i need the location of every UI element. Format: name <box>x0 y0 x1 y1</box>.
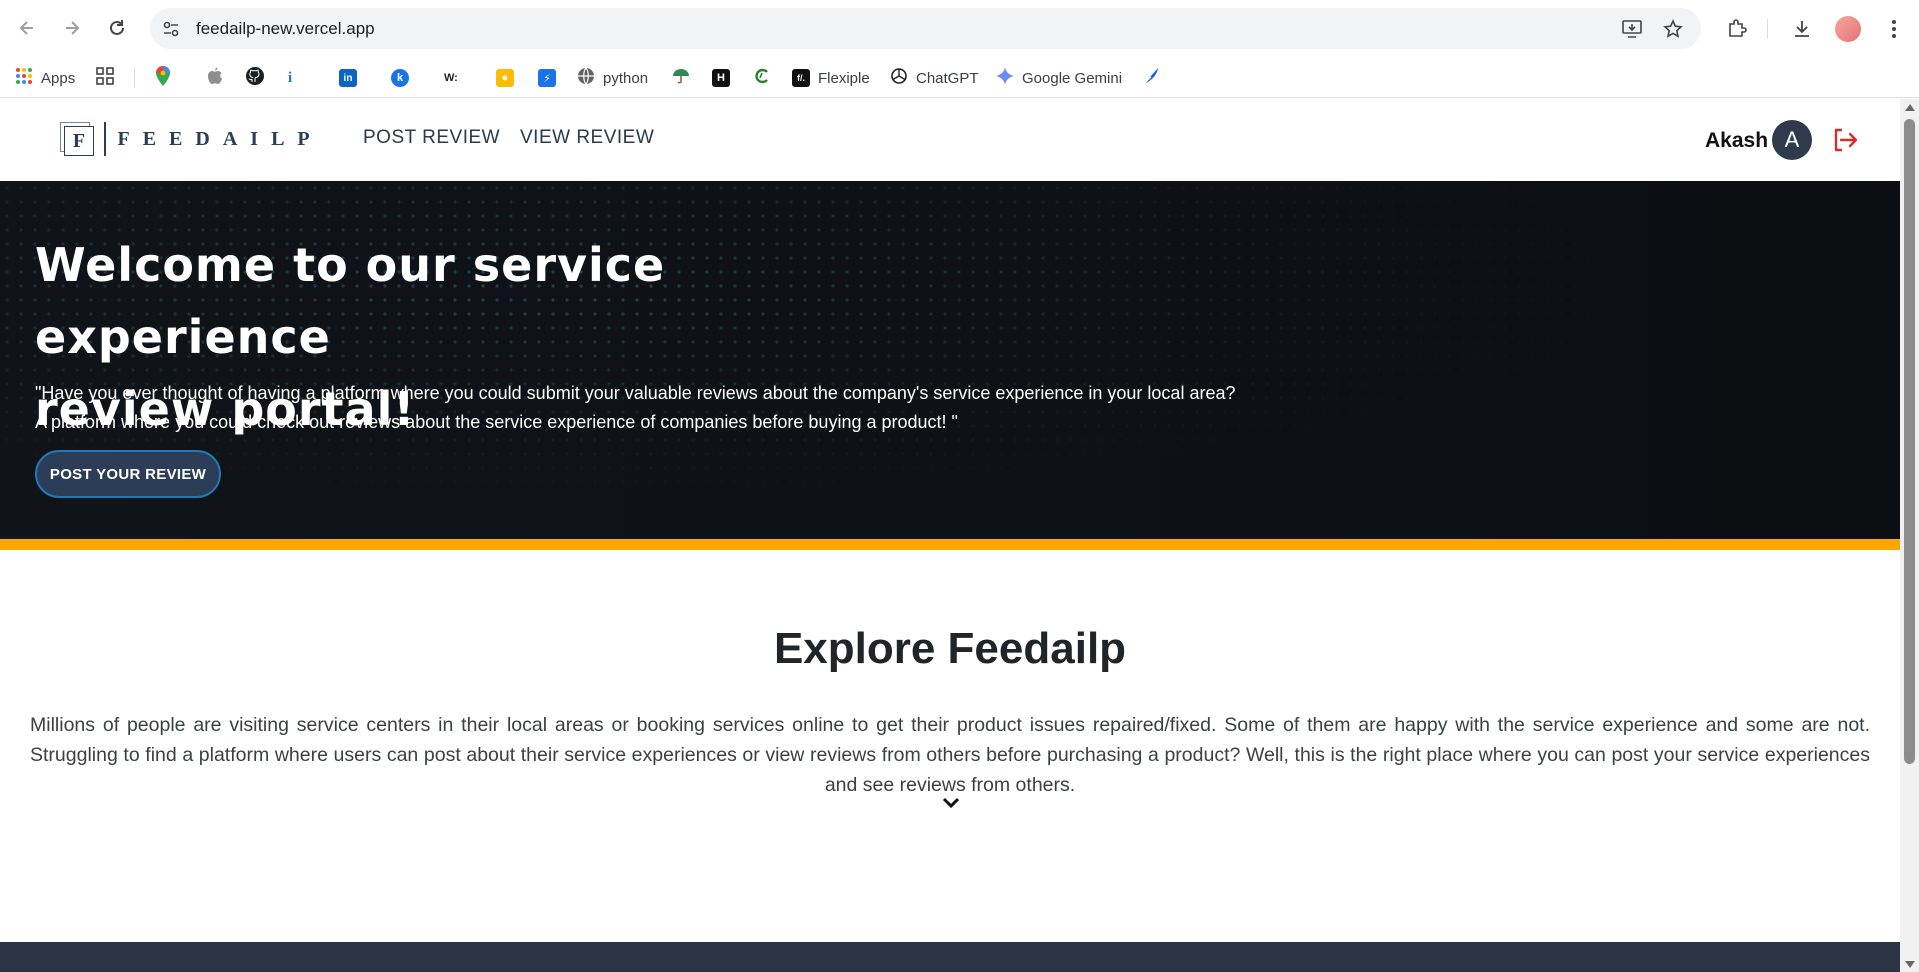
bookmark-linkedin[interactable]: in <box>339 66 357 90</box>
apple-icon <box>207 67 223 89</box>
hero-quote-line2: A platform where you could check out rev… <box>35 412 958 432</box>
bookmark-divider <box>134 67 135 87</box>
nav-view-review[interactable]: VIEW REVIEW <box>520 127 654 149</box>
k-circle-icon: k <box>391 69 409 87</box>
reload-icon[interactable] <box>102 13 132 43</box>
scrollbar-thumb[interactable] <box>1904 119 1915 764</box>
logo-text: FEEDAILP <box>117 127 323 150</box>
apps-grid-icon <box>15 67 33 89</box>
scroll-down-icon[interactable] <box>1905 961 1915 968</box>
site-logo[interactable]: F FEEDAILP <box>60 120 323 158</box>
toolbar-divider <box>1767 19 1768 39</box>
linkedin-icon: in <box>339 69 357 87</box>
downloads-icon[interactable] <box>1788 15 1816 43</box>
umbrella-icon <box>672 67 690 89</box>
gemini-icon <box>996 67 1014 89</box>
bookmark-c[interactable] <box>753 66 771 90</box>
w-icon: W: <box>444 72 458 84</box>
bookmark-info[interactable]: i <box>288 66 292 90</box>
chatgpt-icon <box>890 67 908 89</box>
post-your-review-button[interactable]: POST YOUR REVIEW <box>35 450 221 498</box>
globe-icon <box>577 67 595 89</box>
accent-bar <box>0 539 1900 550</box>
hackerrank-icon: H <box>712 69 730 87</box>
bookmark-flexiple[interactable]: f/. Flexiple <box>792 66 870 90</box>
scroll-up-icon[interactable] <box>1905 104 1915 111</box>
bookmark-python[interactable]: python <box>577 66 648 90</box>
web-page: F FEEDAILP POST REVIEW VIEW REVIEW Akash… <box>0 99 1900 972</box>
bookmark-k[interactable]: k <box>391 66 409 90</box>
logout-icon[interactable] <box>1831 126 1859 154</box>
bookmark-gemini[interactable]: Google Gemini <box>996 66 1122 90</box>
address-bar[interactable]: feedailp-new.vercel.app <box>150 8 1701 49</box>
hero-title-line1: Welcome to our service experience <box>35 238 666 364</box>
bookmark-umbrella[interactable] <box>672 66 690 90</box>
bookmark-apps[interactable]: Apps <box>15 66 75 90</box>
bookmark-star-icon[interactable] <box>1662 18 1684 40</box>
hero-section: Welcome to our service experience review… <box>0 181 1900 539</box>
flexiple-icon: f/. <box>792 69 810 87</box>
github-icon <box>245 66 265 90</box>
browser-toolbar: feedailp-new.vercel.app <box>0 0 1919 58</box>
logo-mark: F <box>60 122 94 156</box>
site-info-icon[interactable] <box>160 18 182 40</box>
user-name: Akash <box>1705 129 1769 152</box>
bookmark-keep[interactable]: ● <box>496 66 514 90</box>
user-avatar[interactable]: A <box>1772 120 1812 160</box>
bookmark-label: python <box>603 69 649 87</box>
footer-strip <box>0 942 1900 972</box>
nav-post-review[interactable]: POST REVIEW <box>363 127 500 149</box>
c-refresh-icon <box>753 67 771 89</box>
bookmark-label: Google Gemini <box>1022 69 1123 87</box>
site-navbar: F FEEDAILP POST REVIEW VIEW REVIEW Akash… <box>0 99 1900 181</box>
explore-title: Explore Feedailp <box>773 624 1127 673</box>
hero-quote: "Have you ever thought of having a platf… <box>35 379 1435 437</box>
chevron-down-icon[interactable] <box>940 792 962 814</box>
explore-description: Millions of people are visiting service … <box>30 714 1870 796</box>
forward-icon[interactable] <box>57 13 87 43</box>
bookmark-grid[interactable] <box>96 66 114 90</box>
bookmark-feather[interactable] <box>1142 66 1160 90</box>
bookmark-lightning[interactable]: ⚡ <box>538 66 556 90</box>
extensions-icon[interactable] <box>1723 15 1751 43</box>
bookmark-w[interactable]: W: <box>444 66 458 90</box>
page-scrollbar[interactable] <box>1900 99 1919 972</box>
bookmark-chatgpt[interactable]: ChatGPT <box>890 66 979 90</box>
bookmark-apple[interactable] <box>207 66 223 90</box>
keep-icon: ● <box>496 69 514 87</box>
bookmark-label: Flexiple <box>818 69 870 87</box>
lightning-icon: ⚡ <box>538 69 556 87</box>
menu-kebab-icon[interactable] <box>1880 15 1908 43</box>
hero-quote-line1: "Have you ever thought of having a platf… <box>35 383 1236 403</box>
profile-avatar[interactable] <box>1835 16 1861 42</box>
bookmark-hackerrank[interactable]: H <box>712 66 730 90</box>
grid-icon <box>96 67 114 89</box>
url-text[interactable]: feedailp-new.vercel.app <box>196 19 375 39</box>
info-icon: i <box>288 69 293 86</box>
back-icon[interactable] <box>12 13 42 43</box>
logo-divider <box>104 122 106 156</box>
bookmark-maps[interactable] <box>155 66 171 90</box>
bookmark-label: Apps <box>41 69 76 87</box>
maps-pin-icon <box>155 66 171 90</box>
bookmark-label: ChatGPT <box>916 69 979 87</box>
bookmark-github[interactable] <box>245 66 265 90</box>
bookmarks-bar: Apps i in k W: ● ⚡ python H f/. Flexiple… <box>0 58 1919 98</box>
feather-icon <box>1142 67 1160 89</box>
install-app-icon[interactable] <box>1621 18 1643 40</box>
